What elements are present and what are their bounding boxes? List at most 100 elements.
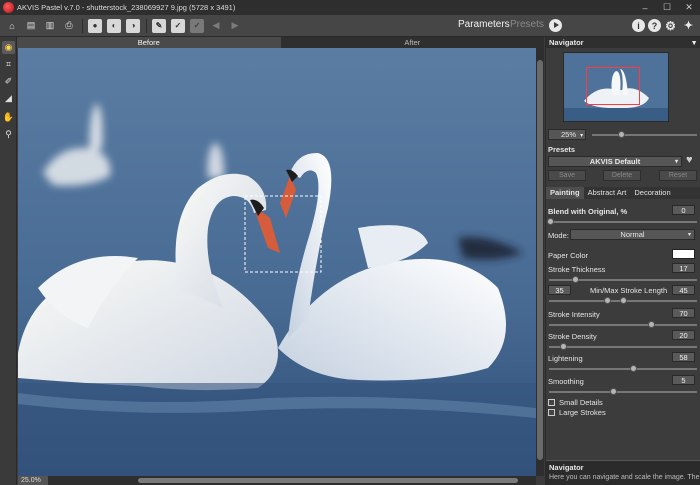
stroke-intensity-slider[interactable] <box>549 324 697 326</box>
stroke-intensity-field[interactable]: 70 <box>672 308 695 318</box>
blend-slider[interactable] <box>549 221 697 223</box>
stroke-thickness-field[interactable]: 17 <box>672 263 695 273</box>
hand-icon[interactable]: ✋ <box>2 111 15 124</box>
blend-value-field[interactable]: 0 <box>672 205 695 215</box>
lightening-slider[interactable] <box>549 368 697 370</box>
smoothing-field[interactable]: 5 <box>672 375 695 385</box>
tab-before[interactable]: Before <box>17 37 281 48</box>
smoothing-label: Smoothing <box>548 377 584 386</box>
smoothing-knob[interactable] <box>610 388 617 395</box>
checkmark-icon[interactable]: ✓ <box>171 18 185 33</box>
mode-select[interactable]: Normal ▾ <box>570 229 695 240</box>
mode-label: Mode: <box>548 231 569 240</box>
min-stroke-length-field[interactable]: 35 <box>548 285 571 295</box>
open-file-icon[interactable]: ▤ <box>24 19 38 33</box>
info-icon[interactable]: i <box>632 19 645 32</box>
stroke-thickness-knob[interactable] <box>572 276 579 283</box>
zoom-icon[interactable]: ⚲ <box>2 128 15 141</box>
image-canvas[interactable] <box>18 48 536 476</box>
home-icon[interactable]: ⌂ <box>5 19 19 33</box>
zoom-indicator: 25.0% <box>18 476 48 485</box>
plugin-icon[interactable]: ◑ <box>126 18 140 33</box>
print-icon[interactable]: ⎙ <box>62 19 76 33</box>
minmax-stroke-label: Min/Max Stroke Length <box>590 286 668 295</box>
favorite-heart-icon[interactable]: ♥ <box>686 154 698 166</box>
navigator-view-frame[interactable] <box>586 67 640 105</box>
lightening-field[interactable]: 58 <box>672 352 695 362</box>
tab-painting[interactable]: Painting <box>546 187 584 199</box>
min-length-knob[interactable] <box>604 297 611 304</box>
help-panel: Navigator Here you can navigate and scal… <box>546 460 700 485</box>
help-title: Navigator <box>549 463 584 472</box>
help-icon[interactable]: ? <box>648 19 661 32</box>
stroke-density-knob[interactable] <box>560 343 567 350</box>
tab-presets[interactable]: Presets <box>510 19 544 30</box>
blend-label: Blend with Original, % <box>548 207 628 216</box>
zoom-slider[interactable] <box>592 134 697 136</box>
lightening-knob[interactable] <box>630 365 637 372</box>
bell-icon[interactable]: ✦ <box>682 19 695 32</box>
smoothing-slider[interactable] <box>549 391 697 393</box>
swans-photo <box>18 48 536 476</box>
chevron-down-icon: ▾ <box>674 159 678 165</box>
settings-gear-icon[interactable]: ⚙ <box>664 19 677 33</box>
title-bar: AKVIS Pastel v.7.0 - shutterstock_238069… <box>0 0 700 15</box>
vertical-scrollbar[interactable] <box>536 48 544 476</box>
save-file-icon[interactable]: ▥ <box>43 19 57 33</box>
paper-color-swatch[interactable] <box>672 249 695 259</box>
settings-tabs: Painting Abstract Art Decoration <box>546 187 700 199</box>
collapse-caret-icon[interactable]: ▾ <box>692 37 696 48</box>
navigator-title: Navigator <box>549 38 584 47</box>
direction-pencil-icon[interactable]: ✐ <box>2 75 15 88</box>
large-strokes-checkbox[interactable] <box>548 409 555 416</box>
run-play-icon[interactable] <box>549 19 562 32</box>
share-icon[interactable]: ◐ <box>107 18 121 33</box>
stroke-thickness-label: Stroke Thickness <box>548 265 606 274</box>
undo-icon[interactable]: ◀ <box>209 19 223 33</box>
toolbar-divider <box>82 18 83 33</box>
zoom-select[interactable]: 25% ▾ <box>548 129 586 140</box>
horizontal-scrollbar[interactable] <box>48 476 536 485</box>
navigator-header: Navigator ▾ <box>546 37 700 48</box>
preset-select[interactable]: AKVIS Default ▾ <box>548 156 682 167</box>
brush-icon[interactable]: ✎ <box>152 18 166 33</box>
akvis-logo-icon <box>3 2 14 13</box>
preset-select-value: AKVIS Default <box>589 157 641 166</box>
before-after-tabs: Before After <box>17 37 544 48</box>
stroke-density-field[interactable]: 20 <box>672 330 695 340</box>
redo-icon[interactable]: ▶ <box>228 19 242 33</box>
tab-after[interactable]: After <box>281 37 545 48</box>
small-details-label: Small Details <box>559 398 603 407</box>
maximize-button[interactable]: ☐ <box>656 0 678 15</box>
navigator-thumbnail[interactable] <box>563 52 669 122</box>
small-details-checkbox[interactable] <box>548 399 555 406</box>
main-toolbar: ⌂ ▤ ▥ ⎙ ● ◐ ◑ ✎ ✓ ✓ ◀ ▶ Parameters Prese… <box>0 15 700 37</box>
max-length-knob[interactable] <box>620 297 627 304</box>
vertical-scroll-thumb[interactable] <box>537 60 543 460</box>
tab-decoration[interactable]: Decoration <box>630 187 674 199</box>
zoom-slider-knob[interactable] <box>618 131 625 138</box>
blend-slider-knob[interactable] <box>547 218 554 225</box>
minimize-button[interactable]: – <box>634 0 656 15</box>
reset-preset-button[interactable]: Reset <box>659 170 697 181</box>
stroke-intensity-knob[interactable] <box>648 321 655 328</box>
chevron-down-icon: ▾ <box>687 232 691 238</box>
tab-abstract-art[interactable]: Abstract Art <box>584 187 631 199</box>
settings-panel: Navigator ▾ 25% ▾ Presets AKVIS Default … <box>545 37 700 485</box>
stroke-density-slider[interactable] <box>549 346 697 348</box>
large-strokes-label: Large Strokes <box>559 408 606 417</box>
preview-eye-icon[interactable]: ◉ <box>2 41 15 54</box>
chevron-down-icon: ▾ <box>580 133 584 139</box>
lightening-label: Lightening <box>548 354 583 363</box>
save-preset-button[interactable]: Save <box>548 170 586 181</box>
stroke-density-label: Stroke Density <box>548 332 597 341</box>
close-button[interactable]: ✕ <box>678 0 700 15</box>
max-stroke-length-field[interactable]: 45 <box>672 285 695 295</box>
delete-preset-button[interactable]: Delete <box>603 170 641 181</box>
paper-color-label: Paper Color <box>548 251 589 260</box>
horizontal-scroll-thumb[interactable] <box>138 478 518 483</box>
eraser-icon[interactable]: ◢ <box>2 92 15 105</box>
crop-icon[interactable]: ⌗ <box>2 58 15 71</box>
tab-parameters[interactable]: Parameters <box>458 19 510 30</box>
batch-icon[interactable]: ● <box>88 18 102 33</box>
